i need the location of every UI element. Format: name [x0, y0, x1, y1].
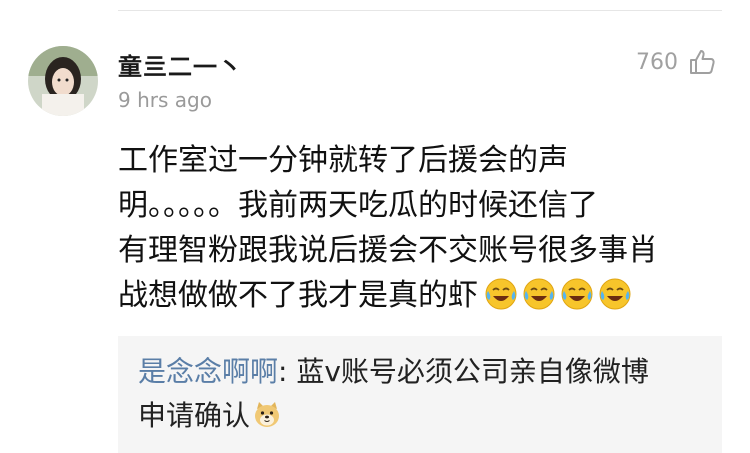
- laugh-cry-emoji-icon: [485, 278, 517, 310]
- reply-author[interactable]: 是念念啊啊: [138, 355, 278, 388]
- reply-separator: :: [278, 355, 297, 388]
- comment-line-last: 战想做做不了我才是真的虾: [118, 273, 728, 318]
- comment-body: 工作室过一分钟就转了后援会的声 明。。。。。我前两天吃瓜的时候还信了 有理智粉跟…: [118, 138, 728, 318]
- laugh-cry-emoji-icon: [523, 278, 555, 310]
- doge-emoji-icon: [255, 402, 280, 427]
- comment-line: 明。。。。。我前两天吃瓜的时候还信了: [118, 188, 598, 223]
- reply-box[interactable]: 是念念啊啊: 蓝v账号必须公司亲自像微博 申请确认: [118, 336, 722, 453]
- reply-text: 是念念啊啊: 蓝v账号必须公司亲自像微博 申请确认: [138, 350, 702, 438]
- timestamp: 9 hrs ago: [118, 88, 212, 112]
- username[interactable]: 童亖二一丶: [118, 47, 243, 82]
- laugh-cry-emoji-icon: [599, 278, 631, 310]
- top-divider: [118, 10, 722, 11]
- thumbs-up-icon[interactable]: [688, 48, 716, 76]
- emoji-row: [484, 277, 632, 311]
- reply-line: 是念念啊啊: 蓝v账号必须公司亲自像微博: [138, 350, 702, 394]
- reply-line: 申请确认: [138, 394, 702, 438]
- reply-line2-text: 申请确认: [138, 399, 251, 432]
- avatar[interactable]: [28, 46, 98, 116]
- laugh-cry-emoji-icon: [561, 278, 593, 310]
- reply-line1-text: 蓝v账号必须公司亲自像微博: [296, 355, 649, 388]
- comment-line: 有理智粉跟我说后援会不交账号很多事肖: [118, 233, 658, 268]
- comment-line: 工作室过一分钟就转了后援会的声: [118, 143, 568, 178]
- comment-line-text: 战想做做不了我才是真的虾: [118, 278, 478, 313]
- like-count: 760: [636, 49, 678, 75]
- like-button[interactable]: 760: [636, 48, 716, 76]
